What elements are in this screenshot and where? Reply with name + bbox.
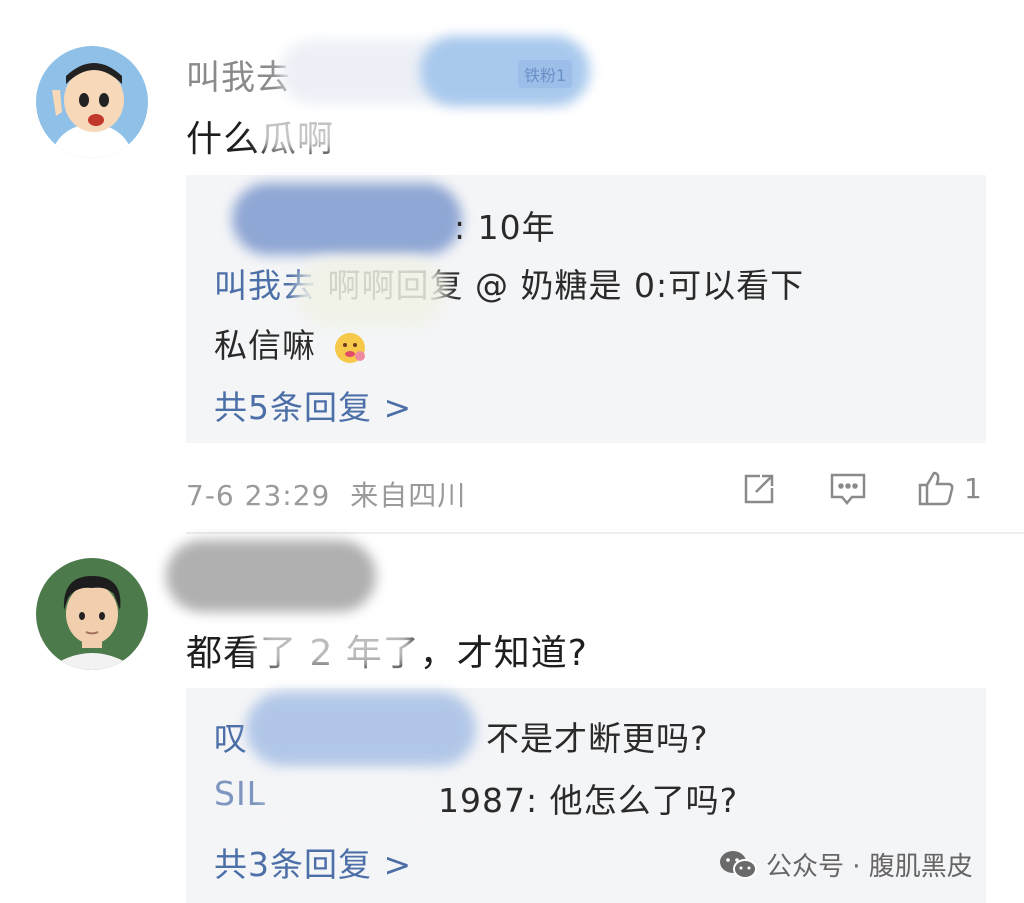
redaction-blur [255, 112, 355, 152]
watermark: 公众号 · 腹肌黑皮 [718, 846, 973, 883]
reply-text: : 10年 [454, 208, 556, 247]
comment-button[interactable] [828, 470, 868, 508]
watermark-label: 公众号 · 腹肌黑皮 [766, 852, 973, 882]
reply-text: 私信嘛 [214, 326, 316, 365]
avatar[interactable] [36, 46, 148, 158]
location: 来自四川 [350, 479, 467, 512]
comment-icon [830, 473, 866, 505]
wechat-icon [720, 850, 757, 879]
cartoon-avatar-icon [36, 46, 148, 158]
reply-box[interactable]: : 10年 叫我去 啊啊回复 @ 奶糖是 0:可以看下 私信嘛 共5条回复 > [186, 175, 986, 443]
like-button[interactable]: 1 [916, 468, 982, 508]
redaction-blur [255, 626, 415, 668]
like-count: 1 [964, 471, 982, 505]
avatar[interactable] [36, 558, 148, 670]
timestamp: 7-6 23:29 [186, 479, 331, 512]
view-replies-link[interactable]: 共3条回复 > [214, 838, 412, 886]
redaction-blur [266, 776, 436, 816]
anime-boy-avatar-icon [36, 558, 148, 670]
fan-badge: 铁粉1 [518, 60, 573, 88]
share-button[interactable] [740, 470, 778, 508]
redaction-blur [166, 540, 376, 612]
reply-text: 1987: 他怎么了吗? [438, 781, 739, 820]
username[interactable]: 叫我去 [186, 50, 291, 99]
reply-line: SIL [214, 774, 266, 813]
reply-text: 不是才断更吗? [486, 719, 709, 758]
reply-username[interactable]: 叹 [214, 719, 248, 758]
comment-meta: 7-6 23:29 来自四川 [186, 474, 466, 514]
reply-line: 私信嘛 [214, 319, 368, 367]
emoji-icon [332, 330, 368, 366]
thumbs-up-icon [918, 471, 954, 506]
view-replies-link[interactable]: 共5条回复 > [214, 381, 412, 429]
redaction-blur [296, 257, 446, 327]
reply-line: 不是才断更吗? [486, 712, 709, 760]
reply-line: 叹 [214, 712, 248, 760]
share-icon [744, 474, 774, 504]
reply-line: : 10年 [454, 201, 556, 249]
reply-line: 1987: 他怎么了吗? [438, 774, 738, 822]
divider [186, 532, 1024, 534]
redaction-blur [232, 183, 462, 255]
reply-username[interactable]: SIL [214, 774, 266, 813]
redaction-blur [246, 692, 476, 766]
